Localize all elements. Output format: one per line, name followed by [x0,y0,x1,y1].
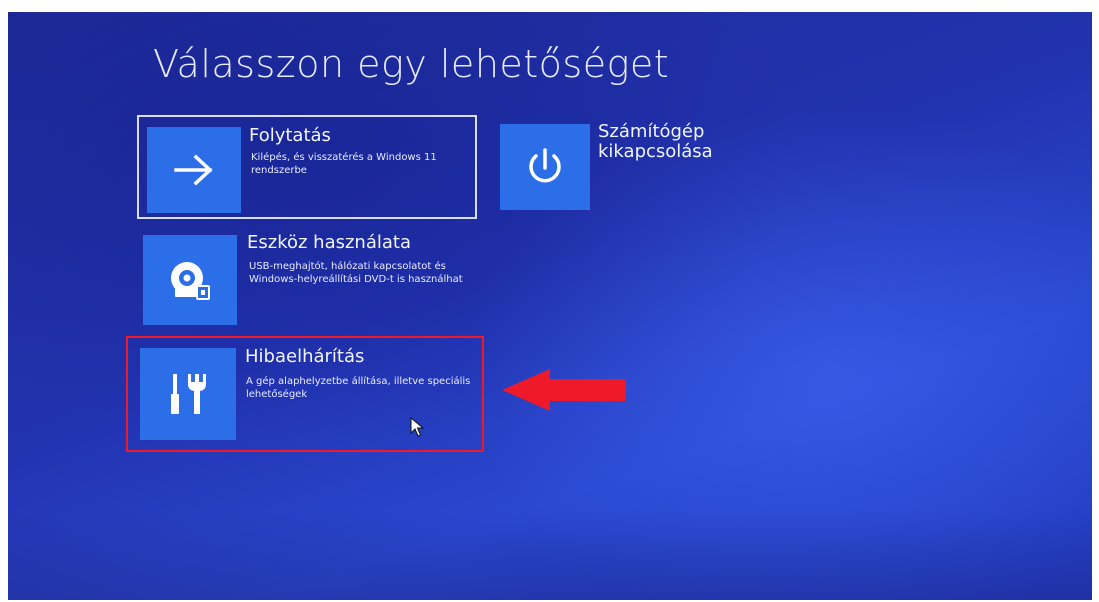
option-tile [147,127,241,213]
arrow-right-icon [172,153,216,187]
option-shutdown[interactable]: Számítógép kikapcsolása [498,122,738,212]
option-tile [500,124,590,210]
mouse-cursor-icon [410,417,424,437]
tools-icon [166,370,210,418]
option-description: A gép alaphelyzetbe állítása, illetve sp… [246,376,471,400]
option-title: Hibaelhárítás [245,346,365,367]
disc-usb-icon [167,258,213,302]
option-title: Eszköz használata [247,232,411,253]
option-use-device[interactable]: Eszköz használata USB-meghajtót, hálózat… [141,232,481,328]
option-continue[interactable]: Folytatás Kilépés, és visszatérés a Wind… [137,115,477,219]
option-title: Számítógép kikapcsolása [598,121,713,162]
option-tile [140,348,236,440]
recovery-screen: Válasszon egy lehetőséget Folytatás Kilé… [8,12,1092,600]
option-tile [143,235,237,325]
option-description: USB-meghajtót, hálózati kapcsolatot és W… [249,261,463,285]
power-icon [525,146,565,188]
page-title: Válasszon egy lehetőséget [153,42,670,86]
option-troubleshoot[interactable]: Hibaelhárítás A gép alaphelyzetbe állítá… [128,338,482,450]
option-title: Folytatás [249,125,331,146]
option-description: Kilépés, és visszatérés a Windows 11 ren… [251,152,437,176]
red-arrow-left-icon [498,367,630,413]
